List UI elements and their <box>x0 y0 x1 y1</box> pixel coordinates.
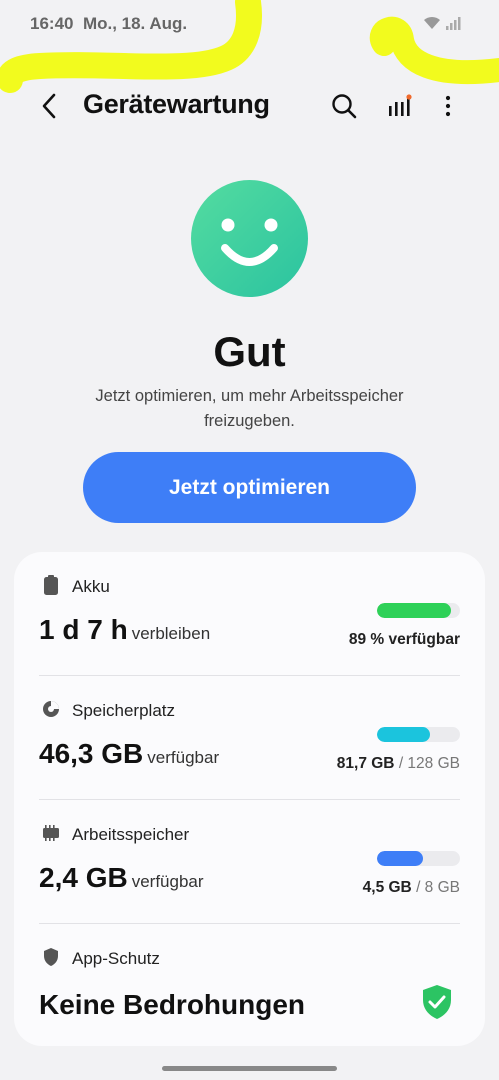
device-care-card: Akku 1 d 7 h verbleiben 89 % verfügbar Sp… <box>14 552 485 1046</box>
battery-progress-bar <box>377 603 460 618</box>
memory-progress-bar <box>377 851 460 866</box>
status-description: Jetzt optimieren, um mehr Arbeitsspeiche… <box>95 387 404 430</box>
storage-total: / 128 GB <box>398 755 460 772</box>
back-button[interactable] <box>33 88 65 124</box>
app-protection-section[interactable]: App-Schutz Keine Bedrohungen <box>14 924 485 1048</box>
storage-label: Speicherplatz <box>72 701 176 720</box>
storage-pie-icon <box>41 699 61 719</box>
battery-label: Akku <box>72 577 110 596</box>
storage-available-unit: verfügbar <box>147 748 220 767</box>
storage-available-value: 46,3 GB <box>39 738 144 769</box>
battery-remaining: 1 d 7 h <box>39 614 128 645</box>
storage-progress-bar <box>377 727 460 742</box>
battery-icon <box>41 575 61 595</box>
memory-usage: 4,5 GB / 8 GB <box>363 879 460 897</box>
storage-usage: 81,7 GB / 128 GB <box>337 755 460 773</box>
battery-section[interactable]: Akku 1 d 7 h verbleiben 89 % verfügbar <box>14 552 485 676</box>
memory-available-unit: verfügbar <box>131 872 204 891</box>
memory-label: Arbeitsspeicher <box>72 825 190 844</box>
status-time: 16:40 Mo., 18. Aug. <box>30 14 187 34</box>
shield-check-icon <box>423 985 451 1019</box>
status-clock: 16:40 <box>30 14 74 33</box>
home-indicator[interactable] <box>162 1066 337 1071</box>
memory-used: 4,5 GB <box>362 879 412 896</box>
memory-value: 2,4 GB verfügbar <box>39 862 204 894</box>
battery-progress-fill <box>377 603 451 618</box>
battery-usage: 89 % verfügbar <box>349 631 460 649</box>
search-button[interactable] <box>326 88 362 124</box>
status-bar: 16:40 Mo., 18. Aug. <box>0 0 499 50</box>
memory-available-value: 2,4 GB <box>39 862 128 893</box>
status-smiley <box>191 180 308 297</box>
optimize-now-button[interactable]: Jetzt optimieren <box>83 452 416 523</box>
search-icon <box>332 94 357 119</box>
signal-icon <box>446 17 461 30</box>
more-options-button[interactable] <box>430 88 466 124</box>
app-protection-status: Keine Bedrohungen <box>39 989 306 1020</box>
battery-value: 1 d 7 h verbleiben <box>39 614 210 646</box>
memory-progress-fill <box>377 851 424 866</box>
battery-available: 89 % verfügbar <box>348 631 460 648</box>
app-protection-label: App-Schutz <box>72 949 160 968</box>
storage-value: 46,3 GB verfügbar <box>39 738 219 770</box>
storage-used: 81,7 GB <box>336 755 395 772</box>
memory-chip-icon <box>41 823 61 843</box>
app-bar: Gerätewartung <box>0 80 499 132</box>
smiley-icon <box>221 218 278 266</box>
chevron-left-icon <box>42 93 56 119</box>
wifi-icon <box>424 16 440 29</box>
diagnostics-button[interactable] <box>381 88 417 124</box>
status-headline: Gut <box>213 328 286 375</box>
status-date: Mo., 18. Aug. <box>82 14 188 33</box>
memory-section[interactable]: Arbeitsspeicher 2,4 GB verfügbar 4,5 GB /… <box>14 800 485 924</box>
memory-total: / 8 GB <box>416 879 460 896</box>
storage-progress-fill <box>377 727 431 742</box>
page-title: Gerätewartung <box>83 89 270 119</box>
shield-outline-icon <box>41 947 61 967</box>
stats-icon <box>389 94 412 116</box>
more-vertical-icon <box>445 95 451 117</box>
storage-section[interactable]: Speicherplatz 46,3 GB verfügbar 81,7 GB /… <box>14 676 485 800</box>
status-icons <box>423 15 461 31</box>
battery-remaining-unit: verbleiben <box>131 624 211 643</box>
